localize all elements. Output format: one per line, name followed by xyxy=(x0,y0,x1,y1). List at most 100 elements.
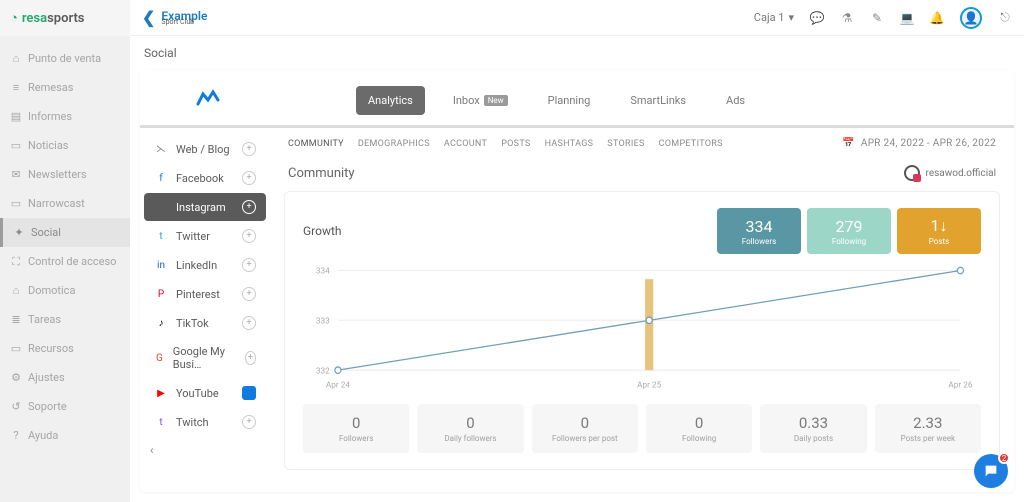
nav-label: Recursos xyxy=(28,342,74,355)
brand-logo: ◔ resasports xyxy=(0,0,130,36)
account-badge[interactable]: resawod.official xyxy=(904,165,996,181)
nav-icon: ↺ xyxy=(10,401,22,413)
nav-item-recursos[interactable]: ▭ Recursos xyxy=(0,334,130,363)
stat-card-following[interactable]: 279Following xyxy=(807,208,891,254)
nav-icon: ⚙ xyxy=(10,372,22,384)
channel-instagram[interactable]: ◎ Instagram + xyxy=(144,193,266,221)
left-nav: ⌂Punto de venta≡Remesas▤Informes ▭ Noticia… xyxy=(0,36,130,502)
content: COMMUNITY DEMOGRAPHICS ACCOUNT POSTS HASHTAG… xyxy=(270,128,1014,492)
collapse-channels-button[interactable]: ‹ xyxy=(140,437,270,463)
chat-widget[interactable]: 2 xyxy=(974,454,1008,488)
x-tick: Apr 26 xyxy=(948,380,972,390)
stat-card-posts[interactable]: 1↓Posts xyxy=(897,208,981,254)
nav-label: Noticias xyxy=(28,139,69,152)
subtab-competitors[interactable]: COMPETITORS xyxy=(659,139,723,149)
nav-icon: ▭ xyxy=(10,140,22,152)
subtab-demographics[interactable]: DEMOGRAPHICS xyxy=(358,139,430,149)
mini-value: 0 xyxy=(466,414,474,432)
nav-item-domotica[interactable]: ⌂ Domotica xyxy=(0,276,130,305)
add-icon[interactable]: + xyxy=(242,171,256,185)
subtab-community[interactable]: COMMUNITY xyxy=(288,139,344,149)
x-tick: Apr 24 xyxy=(326,380,350,390)
org-logo: ❮ Example Sport Club xyxy=(142,8,207,27)
nav-label: Domotica xyxy=(28,284,75,297)
nav-item-ajustes[interactable]: ⚙Ajustes xyxy=(0,363,130,392)
bell-icon[interactable]: 🔔 xyxy=(930,11,944,25)
subtab-account[interactable]: ACCOUNT xyxy=(444,139,487,149)
nav-item-remesas[interactable]: ≡Remesas xyxy=(0,73,130,102)
nav-item-ayuda[interactable]: ?Ayuda xyxy=(0,421,130,450)
tab-planning[interactable]: Planning xyxy=(536,86,603,115)
user-icon: 👤 xyxy=(964,11,979,25)
date-range-picker[interactable]: 📅APR 24, 2022 - APR 26, 2022 xyxy=(842,138,996,149)
channel-label: Web / Blog xyxy=(176,143,230,156)
stat-value: 334 xyxy=(746,217,773,236)
channel-icon: ⋋ xyxy=(154,142,168,156)
add-icon[interactable]: + xyxy=(242,229,256,243)
channel-youtube[interactable]: ▶YouTube xyxy=(144,379,266,407)
nav-item-narrowcast[interactable]: ▭Narrowcast xyxy=(0,189,130,218)
nav-icon: ▭ xyxy=(10,343,22,355)
nav-icon: ⌂ xyxy=(10,285,22,297)
add-icon[interactable]: + xyxy=(242,142,256,156)
data-point xyxy=(646,317,652,324)
flask-icon[interactable]: ⚗ xyxy=(840,11,854,25)
nav-item-soporte[interactable]: ↺Soporte xyxy=(0,392,130,421)
tab-ads[interactable]: Ads xyxy=(714,86,757,115)
subtab-posts[interactable]: POSTS xyxy=(501,139,530,149)
channel-tiktok[interactable]: ♪TikTok+ xyxy=(144,309,266,337)
add-icon[interactable]: + xyxy=(242,316,256,330)
nav-item-informes[interactable]: ▤Informes xyxy=(0,102,130,131)
mini-label: Followers per post xyxy=(552,434,618,443)
channel-icon: ◎ xyxy=(154,200,168,214)
channel-label: YouTube xyxy=(176,387,219,400)
pencil-icon[interactable]: ✎ xyxy=(870,11,884,25)
channel-label: Twitch xyxy=(176,416,209,429)
avatar[interactable]: 👤 xyxy=(960,7,982,29)
channel-label: LinkedIn xyxy=(176,259,217,272)
stat-value: 279 xyxy=(836,217,863,236)
tab-smartlinks[interactable]: SmartLinks xyxy=(618,86,698,115)
caja-selector[interactable]: Caja 1▾ xyxy=(754,11,794,24)
channel-linkedin[interactable]: inLinkedIn+ xyxy=(144,251,266,279)
add-icon[interactable]: + xyxy=(245,351,256,365)
chat-badge: 2 xyxy=(998,452,1010,464)
channel-facebook[interactable]: fFacebook+ xyxy=(144,164,266,192)
channel-twitter[interactable]: tTwitter+ xyxy=(144,222,266,250)
chat-icon[interactable]: 💬 xyxy=(810,11,824,25)
date-range-label: APR 24, 2022 - APR 26, 2022 xyxy=(861,138,996,149)
channel-label: Instagram xyxy=(176,201,226,214)
mini-stat-followers: 0Followers xyxy=(303,404,409,453)
mini-stat-daily-posts: 0.33Daily posts xyxy=(760,404,866,453)
nav-label: Control de acceso xyxy=(28,255,116,268)
laptop-icon[interactable]: 💻 xyxy=(900,11,914,25)
nav-item-newsletters[interactable]: ✉Newsletters xyxy=(0,160,130,189)
logout-icon[interactable]: ⎋ xyxy=(998,11,1012,25)
mini-stats: 0Followers0Daily followers0Followers per… xyxy=(303,404,981,453)
mini-stat-following: 0Following xyxy=(646,404,752,453)
org-icon: ❮ xyxy=(142,8,155,27)
channel-web-blog[interactable]: ⋋ Web / Blog + xyxy=(144,135,266,163)
chevron-down-icon: ▾ xyxy=(788,11,794,24)
tab-label: Analytics xyxy=(368,94,413,107)
nav-item-noticias[interactable]: ▭ Noticias xyxy=(0,131,130,160)
tab-analytics[interactable]: Analytics xyxy=(356,86,425,115)
channel-twitch[interactable]: tTwitch+ xyxy=(144,408,266,436)
nav-item-tareas[interactable]: ≣Tareas xyxy=(0,305,130,334)
tab-inbox[interactable]: InboxNew xyxy=(441,86,520,115)
stat-card-followers[interactable]: 334Followers xyxy=(717,208,801,254)
nav-item-social[interactable]: ✦Social xyxy=(0,218,130,247)
subtab-stories[interactable]: STORIES xyxy=(607,139,644,149)
nav-icon: ▤ xyxy=(10,111,22,123)
add-icon[interactable]: + xyxy=(242,200,256,214)
subtab-hashtags[interactable]: HASHTAGS xyxy=(545,139,594,149)
add-icon[interactable]: + xyxy=(242,258,256,272)
add-icon[interactable]: + xyxy=(242,287,256,301)
add-icon[interactable]: + xyxy=(242,415,256,429)
channel-google-my-busi-[interactable]: GGoogle My Busi…+ xyxy=(144,338,266,378)
nav-item-control-de-acceso[interactable]: ⛶Control de acceso xyxy=(0,247,130,276)
nav-item-punto-de-venta[interactable]: ⌂Punto de venta xyxy=(0,44,130,73)
nav-label: Remesas xyxy=(28,81,73,94)
channel-pinterest[interactable]: PPinterest+ xyxy=(144,280,266,308)
y-tick: 334 xyxy=(316,267,330,277)
